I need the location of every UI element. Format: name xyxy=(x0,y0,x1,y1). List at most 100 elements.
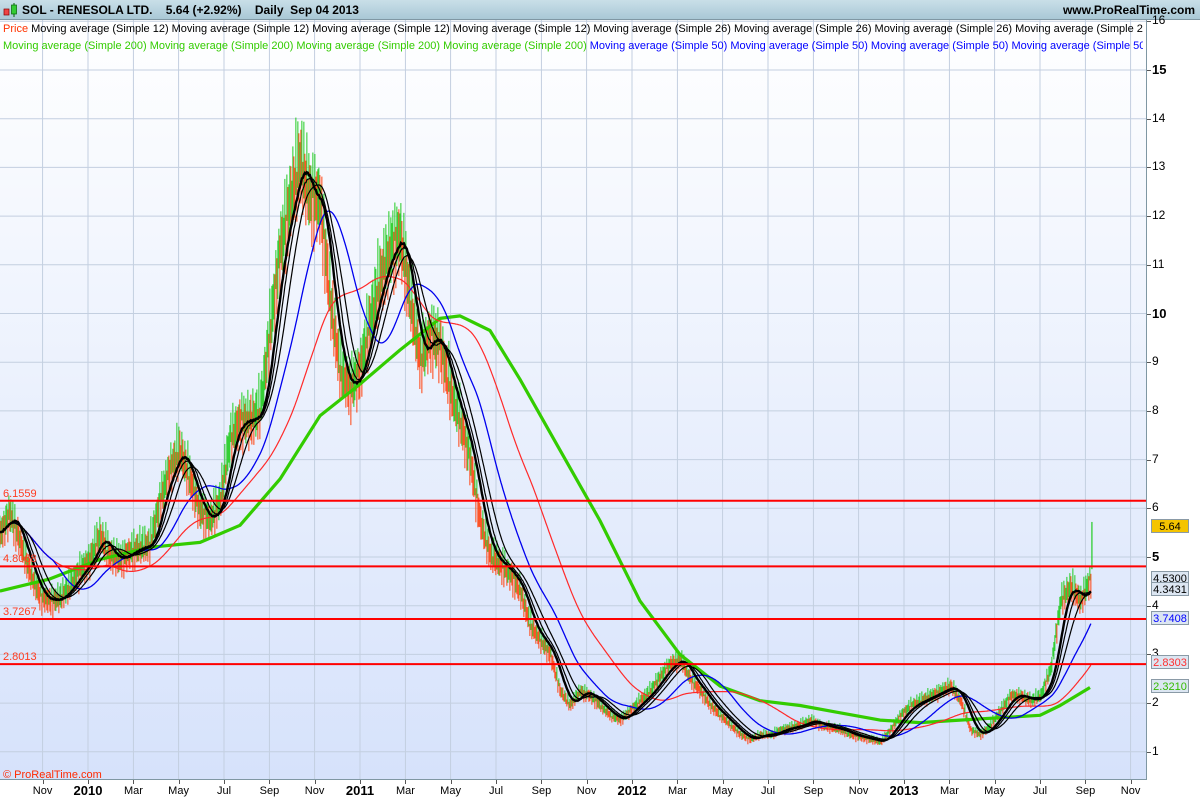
y-tick-label: 11 xyxy=(1152,256,1165,271)
y-tick-label: 13 xyxy=(1152,159,1166,174)
legend-item[interactable]: Moving average (Simple 12) xyxy=(312,23,450,35)
x-tick-label: Sep xyxy=(1075,785,1096,797)
x-tick-mark xyxy=(314,780,316,784)
y-tick-mark xyxy=(1147,118,1151,120)
x-tick-mark xyxy=(1130,780,1132,784)
level-label: 2.8013 xyxy=(3,651,37,664)
legend-item[interactable]: Moving average (Simple 26) xyxy=(593,23,731,35)
y-tick-mark xyxy=(1147,508,1151,510)
x-tick-mark xyxy=(1040,780,1041,784)
legend-item[interactable]: Moving average (Simple 26) xyxy=(734,23,872,35)
x-tick-label: Mar xyxy=(395,785,415,797)
y-tick-label: 7 xyxy=(1152,451,1159,466)
ma26-line xyxy=(0,184,1092,740)
legend-row-1: Price Moving average (Simple 12) Moving av… xyxy=(3,23,1143,35)
legend-item[interactable]: Moving average (Simple 50) xyxy=(871,40,1009,52)
x-tick-label: Sep xyxy=(259,785,280,797)
x-tick-label: 2012 xyxy=(617,783,647,798)
x-tick-label: 2010 xyxy=(73,783,103,798)
x-tick-mark xyxy=(677,780,679,784)
y-tick-label: 10 xyxy=(1152,305,1167,321)
x-tick-label: May xyxy=(168,785,189,797)
y-tick-label: 16 xyxy=(1152,13,1166,28)
level-label: 4.8068 xyxy=(3,553,37,566)
y-tick-label: 6 xyxy=(1152,500,1159,515)
instrument-title: SOL - RENESOLA LTD. 5.64 (+2.92%) Daily … xyxy=(22,3,359,17)
y-tick-mark xyxy=(1147,70,1151,71)
x-tick-mark xyxy=(269,780,271,784)
legend-item[interactable]: Moving average (Simple 50) xyxy=(1011,40,1143,52)
legend-item[interactable]: Moving average (Simple 26) xyxy=(875,23,1013,35)
x-tick-label: Jul xyxy=(488,785,504,797)
ma12-line xyxy=(0,170,1092,743)
x-tick-mark xyxy=(813,780,815,784)
level-label: 6.1559 xyxy=(3,487,37,500)
x-tick-mark xyxy=(722,780,724,784)
x-tick-label: Sep xyxy=(803,785,824,797)
x-tick-label: Jul xyxy=(760,785,776,797)
legend-item[interactable]: Moving average (Simple 200) xyxy=(443,40,587,52)
x-tick-mark xyxy=(768,780,769,784)
y-tick-mark xyxy=(1147,216,1151,218)
x-tick-label: Mar xyxy=(123,785,143,797)
legend-item[interactable]: Price xyxy=(3,23,28,35)
x-tick-mark xyxy=(450,780,452,784)
y-tick-label: 8 xyxy=(1152,402,1159,417)
x-tick-mark xyxy=(586,780,588,784)
x-tick-label: Sep xyxy=(531,785,552,797)
x-tick-mark xyxy=(541,780,543,784)
y-tick-mark xyxy=(1147,167,1151,169)
x-tick-mark xyxy=(178,780,180,784)
x-tick-label: May xyxy=(984,785,1005,797)
x-tick-label: Mar xyxy=(939,785,959,797)
legend-item[interactable]: Moving average (Simple 12) xyxy=(453,23,591,35)
y-tick-mark xyxy=(1147,751,1151,753)
y-tick-label: 5 xyxy=(1152,549,1160,564)
x-tick-mark xyxy=(405,780,407,784)
candlestick-logo-icon xyxy=(3,3,17,17)
legend-item[interactable]: Moving average (Simple 12) xyxy=(172,23,310,35)
price-chart-svg xyxy=(0,20,1146,779)
y-tick-mark xyxy=(1147,21,1151,23)
legend-item[interactable]: Moving average (Simple 50) xyxy=(730,40,868,52)
y-tick-label: 1 xyxy=(1152,743,1159,758)
y-tick-label: 12 xyxy=(1152,208,1166,223)
legend-item[interactable]: Moving average (Simple 200) xyxy=(150,40,294,52)
x-tick-label: Jul xyxy=(216,785,232,797)
last-value-box: 3.7408 xyxy=(1151,611,1189,625)
y-tick-mark xyxy=(1147,410,1151,412)
x-tick-label: Nov xyxy=(1120,785,1141,797)
legend-item[interactable]: Moving average (Simple 50) xyxy=(590,40,728,52)
legend-row-2: Moving average (Simple 200) Moving averag… xyxy=(3,40,1143,52)
legend-item[interactable]: Moving average (Simple 26) xyxy=(1015,23,1143,35)
site-link[interactable]: www.ProRealTime.com xyxy=(1063,3,1195,17)
legend-item[interactable]: Moving average (Simple 200) xyxy=(3,40,147,52)
chart-header: SOL - RENESOLA LTD. 5.64 (+2.92%) Daily … xyxy=(0,0,1200,20)
x-tick-label: Nov xyxy=(848,785,869,797)
legend-item[interactable]: Moving average (Simple 12) xyxy=(31,23,169,35)
x-tick-mark xyxy=(224,780,225,784)
last-value-box: 2.8303 xyxy=(1151,655,1189,669)
x-tick-mark xyxy=(133,780,135,784)
last-value-box: 4.3431 xyxy=(1151,582,1189,596)
y-tick-mark xyxy=(1147,264,1151,266)
y-tick-mark xyxy=(1147,313,1151,315)
x-tick-mark xyxy=(496,780,497,784)
y-tick-label: 15 xyxy=(1152,62,1167,77)
y-tick-mark xyxy=(1147,362,1151,364)
y-tick-label: 14 xyxy=(1152,110,1166,125)
legend-item[interactable]: Moving average (Simple 200) xyxy=(296,40,440,52)
y-tick-mark xyxy=(1147,703,1151,705)
x-tick-label: 2013 xyxy=(889,783,919,798)
last-value-box: 5.64 xyxy=(1151,519,1189,533)
x-tick-mark xyxy=(858,780,860,784)
x-tick-mark xyxy=(1085,780,1087,784)
x-tick-mark xyxy=(994,780,996,784)
x-tick-label: Mar xyxy=(667,785,687,797)
price-chart-area[interactable]: Price Moving average (Simple 12) Moving av… xyxy=(0,20,1147,780)
x-tick-label: Nov xyxy=(576,785,597,797)
y-tick-mark xyxy=(1147,605,1151,607)
x-tick-label: Jul xyxy=(1032,785,1048,797)
y-tick-label: 2 xyxy=(1152,695,1159,710)
copyright-text: © ProRealTime.com xyxy=(3,769,102,781)
